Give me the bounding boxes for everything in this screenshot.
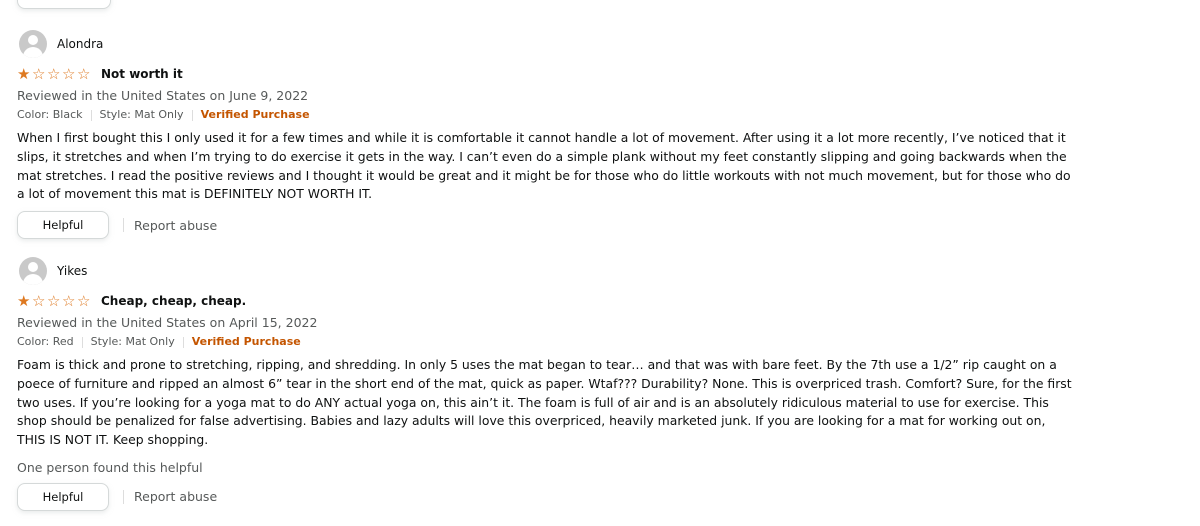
star-rating[interactable]: ★ ☆ ☆ ☆ ☆ [17, 64, 93, 83]
star-empty-icon: ☆ [62, 291, 76, 310]
divider [191, 109, 193, 121]
avatar [19, 30, 47, 58]
divider [90, 109, 92, 121]
variant-style[interactable]: Style: Mat Only [91, 333, 175, 351]
star-empty-icon: ☆ [32, 64, 46, 83]
verified-purchase-badge: Verified Purchase [191, 335, 301, 348]
review-title[interactable]: Not worth it [101, 67, 183, 81]
star-empty-icon: ☆ [47, 291, 61, 310]
divider [123, 489, 124, 504]
report-abuse-link[interactable]: Report abuse [134, 218, 217, 233]
review-actions: Helpful Report abuse [17, 210, 1077, 240]
star-rating[interactable]: ★ ☆ ☆ ☆ ☆ [17, 291, 93, 310]
divider [182, 336, 184, 348]
reviewer-name: Yikes [57, 264, 88, 278]
reviewer-name: Alondra [57, 37, 104, 51]
review-variant-info: Color: Red Style: Mat Only Verified Purc… [17, 333, 1077, 351]
reviewer-profile[interactable]: Alondra [17, 29, 1077, 59]
report-abuse-link[interactable]: Report abuse [134, 489, 217, 504]
star-empty-icon: ☆ [77, 291, 91, 310]
helpful-button[interactable]: Helpful [17, 482, 109, 511]
star-empty-icon: ☆ [47, 64, 61, 83]
divider [123, 218, 124, 233]
helpful-count: One person found this helpful [17, 459, 203, 475]
star-empty-icon: ☆ [62, 64, 76, 83]
star-filled-icon: ★ [17, 291, 31, 310]
verified-purchase-badge: Verified Purchase [200, 108, 310, 121]
avatar [19, 257, 47, 285]
divider [81, 336, 83, 348]
reviewer-profile[interactable]: Yikes [17, 256, 1077, 286]
variant-color[interactable]: Color: Black [17, 106, 83, 124]
variant-style[interactable]: Style: Mat Only [100, 106, 184, 124]
review-variant-info: Color: Black Style: Mat Only Verified Pu… [17, 106, 1077, 124]
helpful-button-previous[interactable] [17, 0, 111, 9]
review-date: Reviewed in the United States on June 9,… [17, 88, 309, 103]
review-body: Foam is thick and prone to stretching, r… [17, 357, 1072, 448]
review-date: Reviewed in the United States on April 1… [17, 315, 318, 330]
star-empty-icon: ☆ [77, 64, 91, 83]
variant-color[interactable]: Color: Red [17, 333, 74, 351]
review-card: Alondra ★ ☆ ☆ ☆ ☆ Not worth it Reviewed … [17, 29, 1077, 240]
review-actions: Helpful Report abuse [17, 482, 1077, 512]
star-empty-icon: ☆ [32, 291, 46, 310]
review-title[interactable]: Cheap, cheap, cheap. [101, 294, 246, 308]
star-filled-icon: ★ [17, 64, 31, 83]
review-card: Yikes ★ ☆ ☆ ☆ ☆ Cheap, cheap, cheap. Rev… [17, 256, 1077, 512]
review-body: When I first bought this I only used it … [17, 130, 1071, 202]
helpful-button[interactable]: Helpful [17, 211, 109, 240]
